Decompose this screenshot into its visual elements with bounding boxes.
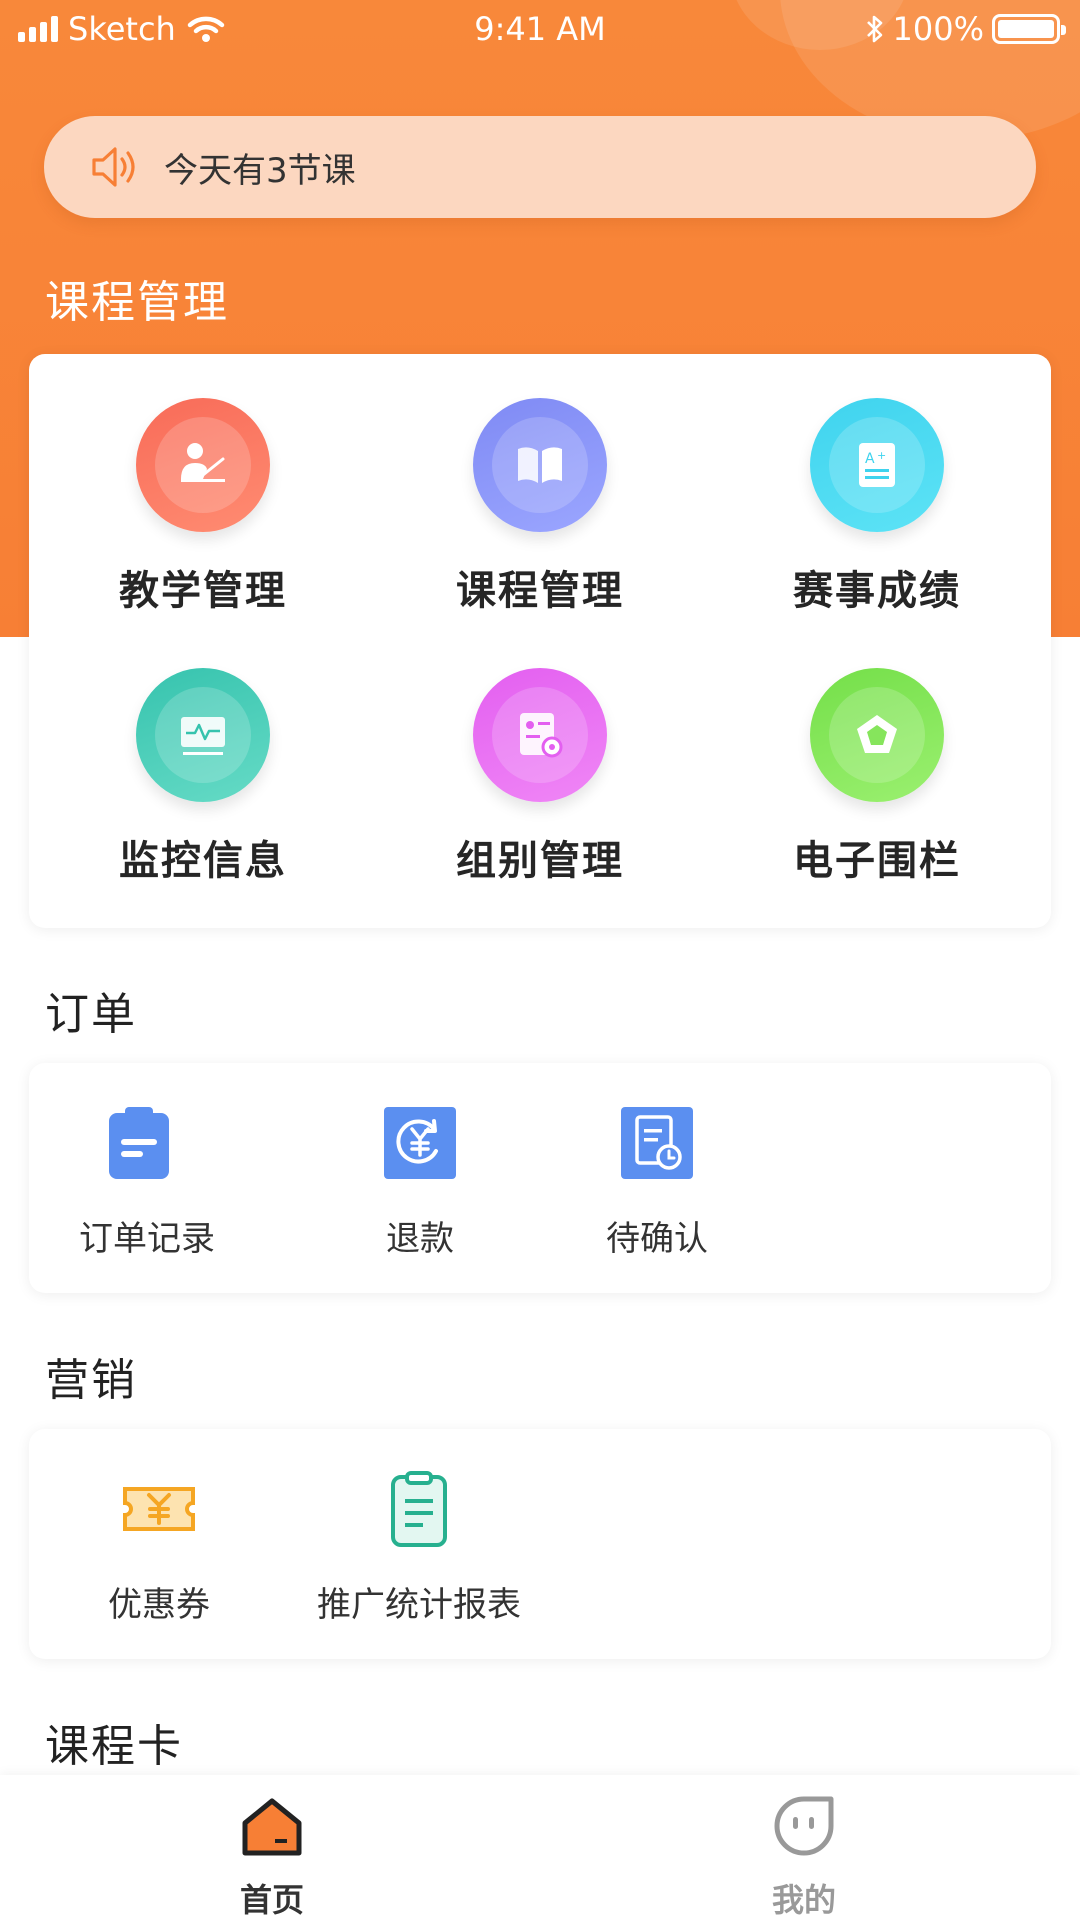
speaker-icon [92,147,135,187]
grid-item-competition[interactable]: A + 赛事成绩 [707,398,1047,616]
notice-text: 今天有3节课 [164,150,356,191]
grid-item-group[interactable]: 组别管理 [370,668,710,886]
grade-sheet-icon: A + [810,398,944,532]
coupon-label: 优惠券 [108,1585,210,1625]
home-icon [242,1798,302,1856]
grid-item-monitor[interactable]: 监控信息 [33,668,373,886]
grid-label: 组别管理 [456,838,624,884]
grid-label: 课程管理 [456,568,624,614]
grid-label: 监控信息 [119,838,287,884]
grid-label: 教学管理 [119,568,287,614]
promo-report-label: 推广统计报表 [317,1585,521,1625]
refund-item[interactable]: 退款 [360,1103,480,1260]
course-section-title: 课程管理 [45,277,229,328]
tab-home-label: 首页 [239,1881,304,1919]
grid-item-course[interactable]: 课程管理 [370,398,710,616]
monitor-icon [136,668,270,802]
battery-icon [992,14,1066,44]
refund-label: 退款 [386,1219,454,1259]
svg-text:A: A [865,451,875,467]
notice-bar[interactable]: 今天有3节课 [44,116,1036,218]
tab-bar: 首页 我的 [0,1775,1080,1920]
course-management-card: 教学管理 课程管理 A + 赛事成绩 监控信息 组别管理 电子围栏 [29,354,1051,928]
order-card: 订单记录 退款 待确认 [29,1063,1051,1293]
pending-confirm-label: 待确认 [606,1219,708,1259]
course-card-section-title: 课程卡 [45,1721,183,1772]
teacher-icon [136,398,270,532]
pentagon-fence-icon [810,668,944,802]
clipboard-icon [109,1107,169,1179]
order-section-title: 订单 [45,989,137,1040]
refund-yen-icon [384,1107,456,1179]
pending-confirm-item[interactable]: 待确认 [597,1103,717,1260]
coupon-item[interactable]: 优惠券 [99,1469,219,1626]
group-settings-icon [473,668,607,802]
promo-report-item[interactable]: 推广统计报表 [289,1469,549,1626]
grid-label: 赛事成绩 [793,568,961,614]
order-records-item[interactable]: 订单记录 [79,1103,215,1260]
tab-profile-label: 我的 [771,1881,836,1919]
grid-label: 电子围栏 [793,838,961,884]
status-bar: Sketch 9:41 AM 100% [0,0,1080,60]
profile-face-icon [774,1796,834,1856]
coupon-icon [123,1487,195,1531]
pending-document-icon [621,1107,693,1179]
book-icon [473,398,607,532]
order-records-label: 订单记录 [79,1219,215,1259]
tab-home[interactable]: 首页 [172,1793,372,1920]
battery-percent: 100% [892,10,984,48]
bluetooth-icon [866,15,882,43]
svg-text:+: + [877,449,886,462]
grid-item-teaching[interactable]: 教学管理 [33,398,373,616]
report-clipboard-icon [391,1471,447,1547]
marketing-card: 优惠券 推广统计报表 [29,1429,1051,1659]
grid-item-fence[interactable]: 电子围栏 [707,668,1047,886]
marketing-section-title: 营销 [45,1355,137,1406]
tab-profile[interactable]: 我的 [704,1793,904,1920]
